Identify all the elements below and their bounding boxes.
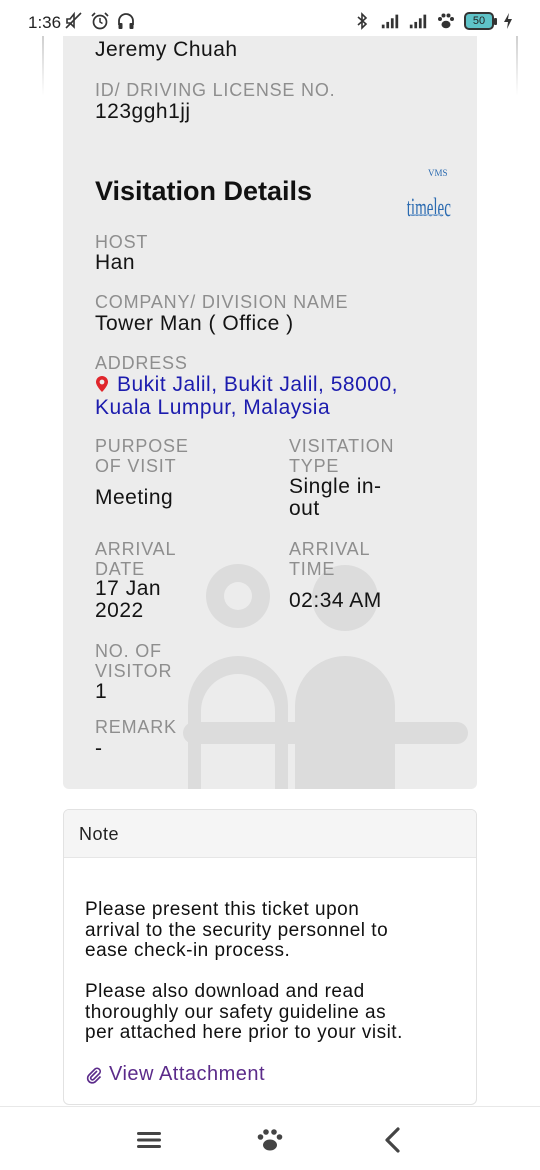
navigation-bar [0, 1106, 540, 1170]
note-paragraph-1: Please present this ticket upon arrival t… [85, 899, 389, 961]
visitor-name: Jeremy Chuah [95, 38, 238, 61]
status-time: 1:36 [28, 13, 62, 32]
section-title: Visitation Details [95, 176, 313, 206]
purpose-value: Meeting [95, 486, 174, 509]
headset-icon [118, 13, 134, 29]
visitation-type-value: Single in-out [289, 475, 382, 520]
address-link[interactable]: Bukit Jalil, Bukit Jalil, 58000, Kuala L… [95, 373, 455, 419]
status-bar: 1:36 50 [0, 0, 540, 40]
note-paragraph-2: Please also download and read thoroughly … [85, 981, 403, 1043]
menu-icon[interactable] [134, 1125, 164, 1155]
visitation-type-label: VISITATION TYPE [289, 436, 395, 476]
svg-text:timelec: timelec [407, 193, 451, 222]
view-attachment-label: View Attachment [109, 1063, 266, 1085]
arrival-time-label: ARRIVAL TIME [289, 539, 371, 579]
id-value: 123ggh1jj [95, 100, 191, 123]
view-attachment-link[interactable]: View Attachment [85, 1063, 265, 1086]
visitor-count-label: NO. OF VISITOR [95, 641, 173, 681]
visitor-count-value: 1 [95, 680, 108, 703]
bluetooth-icon [357, 12, 368, 30]
ticket-card: Jeremy Chuah ID/ DRIVING LICENSE NO. 123… [63, 36, 477, 789]
company-label: COMPANY/ DIVISION NAME [95, 292, 349, 312]
address-label: ADDRESS [95, 353, 188, 373]
remark-value: - [95, 737, 103, 760]
paw-icon [438, 13, 454, 29]
visitor-silhouette-icon [183, 564, 468, 789]
location-pin-icon [96, 376, 108, 392]
id-label: ID/ DRIVING LICENSE NO. [95, 80, 336, 100]
host-value: Han [95, 251, 136, 274]
charging-icon [504, 13, 512, 29]
arrival-date-label: ARRIVAL DATE [95, 539, 177, 579]
paperclip-icon [86, 1067, 102, 1084]
address-text: Bukit Jalil, Bukit Jalil, 58000, Kuala L… [95, 373, 398, 419]
home-paw-icon[interactable] [255, 1125, 285, 1155]
battery-icon: 50 [464, 12, 497, 30]
note-header: Note [64, 810, 476, 858]
alarm-icon [91, 12, 109, 30]
company-logo: VMS timelec [407, 168, 451, 222]
svg-text:VMS: VMS [428, 168, 448, 178]
signal-icon [381, 14, 399, 29]
mute-icon [65, 11, 82, 29]
arrival-time-value: 02:34 AM [289, 589, 382, 612]
host-label: HOST [95, 232, 149, 252]
purpose-label: PURPOSE OF VISIT [95, 436, 189, 476]
note-panel: Note Please present this ticket upon arri… [63, 809, 477, 1105]
company-value: Tower Man ( Office ) [95, 312, 294, 335]
back-icon[interactable] [378, 1125, 408, 1155]
remark-label: REMARK [95, 717, 177, 737]
arrival-date-value: 17 Jan 2022 [95, 577, 162, 622]
signal-icon [409, 14, 427, 29]
